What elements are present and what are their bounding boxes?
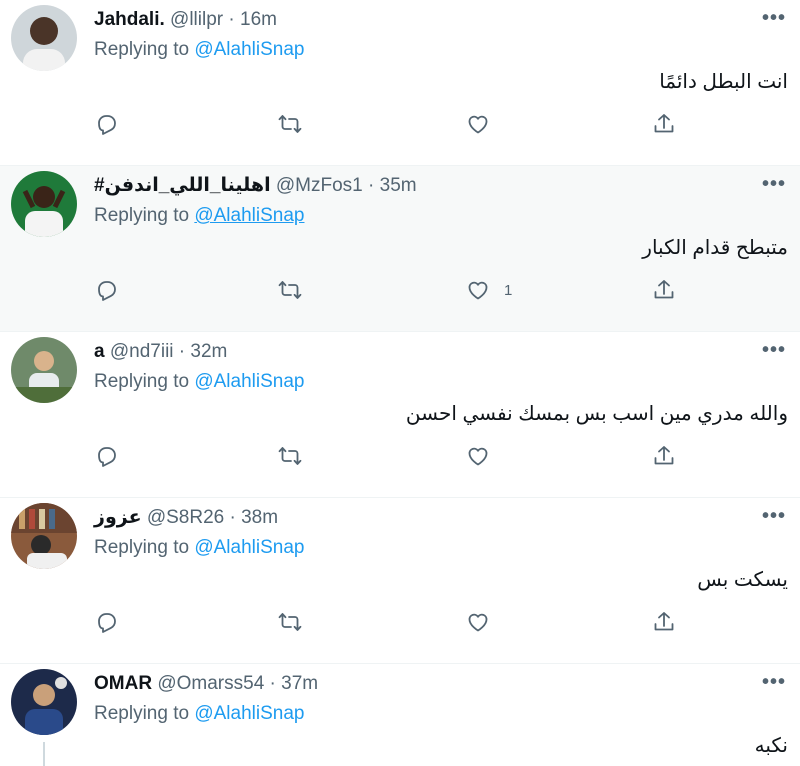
display-name[interactable]: a (94, 341, 105, 362)
display-name[interactable]: Jahdali. (94, 9, 165, 30)
separator-dot: · (229, 507, 236, 528)
mention-link[interactable]: @AlahliSnap (194, 39, 304, 60)
reply-icon (98, 447, 116, 467)
mention-link[interactable]: @AlahliSnap (194, 205, 304, 226)
share-button[interactable] (652, 108, 676, 140)
tweet-actions (0, 108, 800, 140)
heart-icon (468, 613, 488, 632)
timestamp[interactable]: 16m (240, 9, 277, 30)
retweet-icon (278, 281, 302, 299)
share-icon (654, 446, 674, 465)
share-button[interactable] (652, 274, 676, 306)
timestamp[interactable]: 35m (380, 175, 417, 196)
retweet-icon (278, 115, 302, 133)
avatar[interactable] (11, 503, 77, 569)
replying-to: Replying to @AlahliSnap (94, 370, 304, 394)
tweet-text: انت البطل دائمًا (659, 71, 788, 93)
reply-icon (98, 115, 116, 135)
retweet-button[interactable] (278, 440, 302, 472)
tweet-header: عزوز @S8R26 · 38m (94, 506, 760, 530)
retweet-button[interactable] (278, 606, 302, 638)
tweet-actions (0, 606, 800, 638)
tweet[interactable]: a @nd7iii · 32m ••• Replying to @AlahliS… (0, 332, 800, 498)
separator-dot: · (368, 175, 375, 196)
share-icon (654, 612, 674, 631)
tweet[interactable]: عزوز @S8R26 · 38m ••• Replying to @Alahl… (0, 498, 800, 664)
tweet-header: a @nd7iii · 32m (94, 340, 760, 364)
share-button[interactable] (652, 606, 676, 638)
more-options-icon[interactable]: ••• (762, 672, 786, 692)
user-handle[interactable]: @llilpr (170, 9, 223, 30)
avatar[interactable] (11, 171, 77, 237)
timestamp[interactable]: 38m (241, 507, 278, 528)
like-button[interactable] (466, 606, 504, 638)
reply-icon (98, 613, 116, 633)
user-handle[interactable]: @Omarss54 (157, 673, 264, 694)
more-options-icon[interactable]: ••• (762, 174, 786, 194)
reply-button[interactable] (94, 274, 118, 306)
like-count: 1 (504, 281, 513, 299)
reply-button[interactable] (94, 108, 118, 140)
tweet-header: #اهلينا_اللي_اندفن @MzFos1 · 35m (94, 174, 760, 198)
reply-icon (98, 281, 116, 301)
share-icon (654, 114, 674, 133)
display-name[interactable]: #اهلينا_اللي_اندفن (94, 175, 271, 196)
replying-to-label: Replying to (94, 371, 190, 392)
share-icon (654, 280, 674, 299)
replying-to-label: Replying to (94, 39, 190, 60)
separator-dot: · (228, 9, 235, 30)
heart-icon (468, 281, 488, 300)
display-name[interactable]: عزوز (94, 507, 142, 528)
user-handle[interactable]: @S8R26 (147, 507, 224, 528)
avatar[interactable] (11, 5, 77, 71)
tweet-header: Jahdali. @llilpr · 16m (94, 8, 760, 32)
separator-dot: · (269, 673, 276, 694)
retweet-button[interactable] (278, 274, 302, 306)
avatar[interactable] (11, 337, 77, 403)
avatar[interactable] (11, 669, 77, 735)
like-button[interactable] (466, 440, 504, 472)
replying-to-label: Replying to (94, 703, 190, 724)
user-handle[interactable]: @MzFos1 (276, 175, 363, 196)
replying-to: Replying to @AlahliSnap (94, 204, 304, 228)
tweet-actions (0, 440, 800, 472)
replying-to: Replying to @AlahliSnap (94, 536, 304, 560)
separator-dot: · (178, 341, 186, 362)
replying-to-label: Replying to (94, 205, 190, 226)
tweet[interactable]: #اهلينا_اللي_اندفن @MzFos1 · 35m ••• Rep… (0, 166, 800, 332)
reply-button[interactable] (94, 440, 118, 472)
display-name[interactable]: OMAR (94, 673, 152, 694)
tweet-text: والله مدري مين اسب بس بمسك نفسي احسن (405, 403, 788, 425)
more-options-icon[interactable]: ••• (762, 8, 786, 28)
like-button[interactable] (466, 108, 504, 140)
mention-link[interactable]: @AlahliSnap (194, 371, 304, 392)
tweet[interactable]: OMAR @Omarss54 · 37m ••• Replying to @Al… (0, 664, 800, 766)
user-handle[interactable]: @nd7iii (110, 341, 174, 362)
timestamp[interactable]: 32m (190, 341, 227, 362)
retweet-icon (278, 447, 302, 465)
replying-to-label: Replying to (94, 537, 190, 558)
more-options-icon[interactable]: ••• (762, 340, 786, 360)
timestamp[interactable]: 37m (281, 673, 318, 694)
replying-to: Replying to @AlahliSnap (94, 38, 304, 62)
tweet-text: يسكت بس (697, 569, 788, 591)
share-button[interactable] (652, 440, 676, 472)
mention-link[interactable]: @AlahliSnap (194, 703, 304, 724)
like-button[interactable]: 1 (466, 274, 512, 306)
tweet-text: متبطح قدام الكبار (642, 237, 788, 259)
reply-button[interactable] (94, 606, 118, 638)
replying-to: Replying to @AlahliSnap (94, 702, 304, 726)
tweet-actions: 1 (0, 274, 800, 306)
retweet-button[interactable] (278, 108, 302, 140)
heart-icon (468, 115, 488, 134)
heart-icon (468, 447, 488, 466)
thread-line (43, 742, 45, 766)
more-options-icon[interactable]: ••• (762, 506, 786, 526)
retweet-icon (278, 613, 302, 631)
tweet-text: نكبه (754, 735, 788, 757)
mention-link[interactable]: @AlahliSnap (194, 537, 304, 558)
tweet[interactable]: Jahdali. @llilpr · 16m ••• Replying to @… (0, 0, 800, 166)
tweet-header: OMAR @Omarss54 · 37m (94, 672, 760, 696)
